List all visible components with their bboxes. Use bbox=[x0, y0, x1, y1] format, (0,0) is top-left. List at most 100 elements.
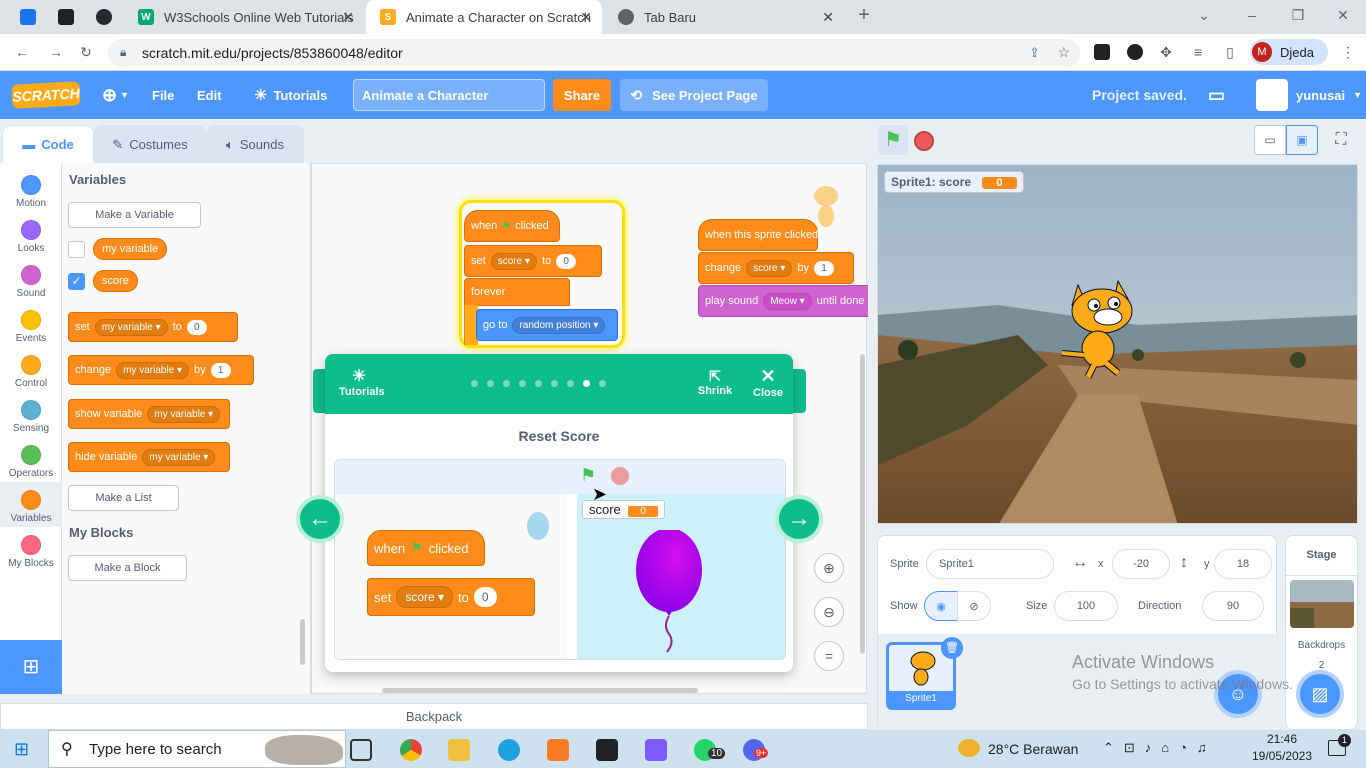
taskbar-search[interactable]: ⚲ Type here to search bbox=[48, 730, 346, 768]
tab-w3schools[interactable]: W W3Schools Online Web Tutorials ✕ bbox=[124, 0, 364, 34]
show-variable-block[interactable]: show variable my variable ▾ bbox=[68, 399, 230, 429]
variable-dropdown[interactable]: my variable ▾ bbox=[116, 361, 190, 379]
url-bar[interactable]: 🔒︎ scratch.mit.edu/projects/853860048/ed… bbox=[108, 39, 1080, 67]
sprite-thumbnail[interactable]: Sprite1 🗑︎ bbox=[886, 637, 963, 710]
make-block-button[interactable]: Make a Block bbox=[68, 555, 187, 581]
edit-menu[interactable]: Edit bbox=[197, 71, 222, 119]
back-icon[interactable]: ← bbox=[14, 44, 30, 60]
position-dropdown[interactable]: random position ▾ bbox=[512, 316, 606, 334]
stage-canvas[interactable]: Sprite1: score 0 bbox=[877, 164, 1358, 524]
chevron-down-icon[interactable]: ⌄ bbox=[1196, 7, 1212, 23]
value-input[interactable]: 1 bbox=[813, 260, 834, 276]
make-variable-button[interactable]: Make a Variable bbox=[68, 202, 201, 228]
my-stuff-folder-icon[interactable]: ▭ bbox=[1208, 71, 1225, 119]
terminal-icon[interactable] bbox=[596, 739, 618, 761]
zoom-reset-icon[interactable]: = bbox=[814, 641, 844, 671]
backdrop-thumbnail[interactable] bbox=[1290, 580, 1354, 628]
step-dot[interactable] bbox=[487, 380, 494, 387]
chrome-taskbar-icon[interactable] bbox=[400, 739, 422, 761]
x-input[interactable]: -20 bbox=[1112, 549, 1170, 579]
step-dot[interactable] bbox=[503, 380, 510, 387]
score-monitor[interactable]: Sprite1: score 0 bbox=[884, 171, 1024, 193]
github-icon[interactable] bbox=[96, 9, 112, 25]
media-icon[interactable]: ≡ bbox=[1190, 44, 1206, 60]
category-sound[interactable]: Sound bbox=[0, 257, 62, 302]
category-looks[interactable]: Looks bbox=[0, 212, 62, 257]
show-visible-icon[interactable]: ◉ bbox=[924, 591, 958, 621]
my-variable-checkbox[interactable] bbox=[68, 241, 85, 258]
category-events[interactable]: Events bbox=[0, 302, 62, 347]
project-title-input[interactable]: Animate a Character bbox=[353, 79, 545, 111]
xampp-icon[interactable] bbox=[547, 739, 569, 761]
value-input[interactable]: 0 bbox=[186, 319, 207, 335]
category-motion[interactable]: Motion bbox=[0, 167, 62, 212]
set-score-block[interactable]: set score ▾ to 0 bbox=[464, 245, 602, 277]
y-input[interactable]: 18 bbox=[1214, 549, 1272, 579]
zoom-in-icon[interactable]: ⊕ bbox=[814, 553, 844, 583]
palette-scrollbar[interactable] bbox=[300, 619, 305, 665]
forward-icon[interactable]: → bbox=[48, 44, 64, 60]
file-menu[interactable]: File bbox=[152, 71, 174, 119]
variable-dropdown[interactable]: score ▾ bbox=[490, 252, 537, 270]
small-stage-icon[interactable]: ▭ bbox=[1254, 125, 1286, 155]
fullscreen-icon[interactable]: ⛶ bbox=[1326, 125, 1356, 155]
step-dot[interactable] bbox=[519, 380, 526, 387]
windows-start-icon[interactable]: ⊞ bbox=[14, 740, 32, 758]
variable-dropdown[interactable]: my variable ▾ bbox=[147, 405, 221, 423]
sound-dropdown[interactable]: Meow ▾ bbox=[763, 292, 812, 310]
stage-selector-panel[interactable]: Stage Backdrops 2 ▨ bbox=[1285, 535, 1358, 730]
cat-sprite[interactable] bbox=[1048, 275, 1144, 379]
step-dot[interactable] bbox=[535, 380, 542, 387]
play-sound-block[interactable]: play sound Meow ▾ until done bbox=[698, 285, 868, 317]
see-project-page-button[interactable]: ⟲ See Project Page bbox=[620, 79, 768, 111]
close-icon[interactable]: ✕ bbox=[580, 9, 592, 26]
step-dot[interactable] bbox=[599, 380, 606, 387]
shrink-button[interactable]: ⇱ Shrink bbox=[697, 368, 733, 397]
side-panel-icon[interactable]: ▯ bbox=[1222, 44, 1238, 60]
new-tab-icon[interactable]: + bbox=[856, 5, 872, 25]
bookmark-star-icon[interactable]: ☆ bbox=[1057, 44, 1070, 61]
account-menu[interactable]: yunusai ▼ bbox=[1256, 71, 1362, 119]
change-score-block[interactable]: change score ▾ by 1 bbox=[698, 252, 854, 284]
score-reporter[interactable]: score bbox=[93, 270, 138, 292]
score-checkbox-checked[interactable]: ✓ bbox=[68, 273, 85, 290]
variable-dropdown[interactable]: my variable ▾ bbox=[94, 318, 168, 336]
horizontal-scrollbar[interactable] bbox=[382, 688, 698, 693]
clock-date[interactable]: 19/05/2023 bbox=[1244, 749, 1320, 763]
close-button[interactable]: ✕ Close bbox=[751, 366, 785, 399]
value-input[interactable]: 0 bbox=[556, 253, 577, 269]
size-input[interactable]: 100 bbox=[1054, 591, 1118, 621]
value-input[interactable]: 1 bbox=[210, 362, 231, 378]
previous-step-button[interactable]: ← bbox=[296, 495, 344, 543]
stop-button[interactable] bbox=[914, 131, 934, 151]
pinned-tab-m-icon[interactable] bbox=[58, 9, 74, 25]
window-close-icon[interactable]: ✕ bbox=[1335, 7, 1351, 23]
extension-x-icon[interactable] bbox=[1127, 44, 1143, 60]
make-list-button[interactable]: Make a List bbox=[68, 485, 179, 511]
category-operators[interactable]: Operators bbox=[0, 437, 62, 482]
go-to-block[interactable]: go to random position ▾ bbox=[476, 309, 618, 341]
weather-icon[interactable] bbox=[958, 739, 980, 757]
when-flag-clicked-block[interactable]: when ⚑ clicked bbox=[464, 210, 560, 242]
large-stage-icon[interactable]: ▣ bbox=[1286, 125, 1318, 155]
variable-dropdown[interactable]: score ▾ bbox=[746, 259, 793, 277]
tab-scratch[interactable]: S Animate a Character on Scratch ✕ bbox=[366, 0, 602, 34]
file-explorer-icon[interactable] bbox=[448, 739, 470, 761]
change-variable-block[interactable]: change my variable ▾ by 1 bbox=[68, 355, 254, 385]
extension-b-icon[interactable] bbox=[1094, 44, 1110, 60]
close-icon[interactable]: ✕ bbox=[342, 9, 354, 26]
edge-icon[interactable] bbox=[498, 739, 520, 761]
when-sprite-clicked-block[interactable]: when this sprite clicked bbox=[698, 219, 818, 251]
minimize-icon[interactable]: – bbox=[1244, 7, 1260, 23]
tutorials-button[interactable]: ☀ Tutorials bbox=[339, 366, 385, 398]
green-flag-button[interactable]: ⚑ bbox=[878, 125, 908, 155]
variable-dropdown[interactable]: my variable ▾ bbox=[142, 448, 216, 466]
url-text[interactable]: scratch.mit.edu/projects/853860048/edito… bbox=[142, 45, 403, 61]
step-dot[interactable] bbox=[471, 380, 478, 387]
share-icon[interactable]: ⇪ bbox=[1029, 45, 1040, 61]
weather-text[interactable]: 28°C Berawan bbox=[988, 741, 1078, 757]
share-button[interactable]: Share bbox=[553, 79, 611, 111]
tab-sounds[interactable]: 🔈︎ Sounds bbox=[206, 125, 304, 163]
choose-backdrop-icon[interactable]: ▨ bbox=[1296, 670, 1344, 718]
pinned-tab-icon[interactable] bbox=[20, 9, 36, 25]
